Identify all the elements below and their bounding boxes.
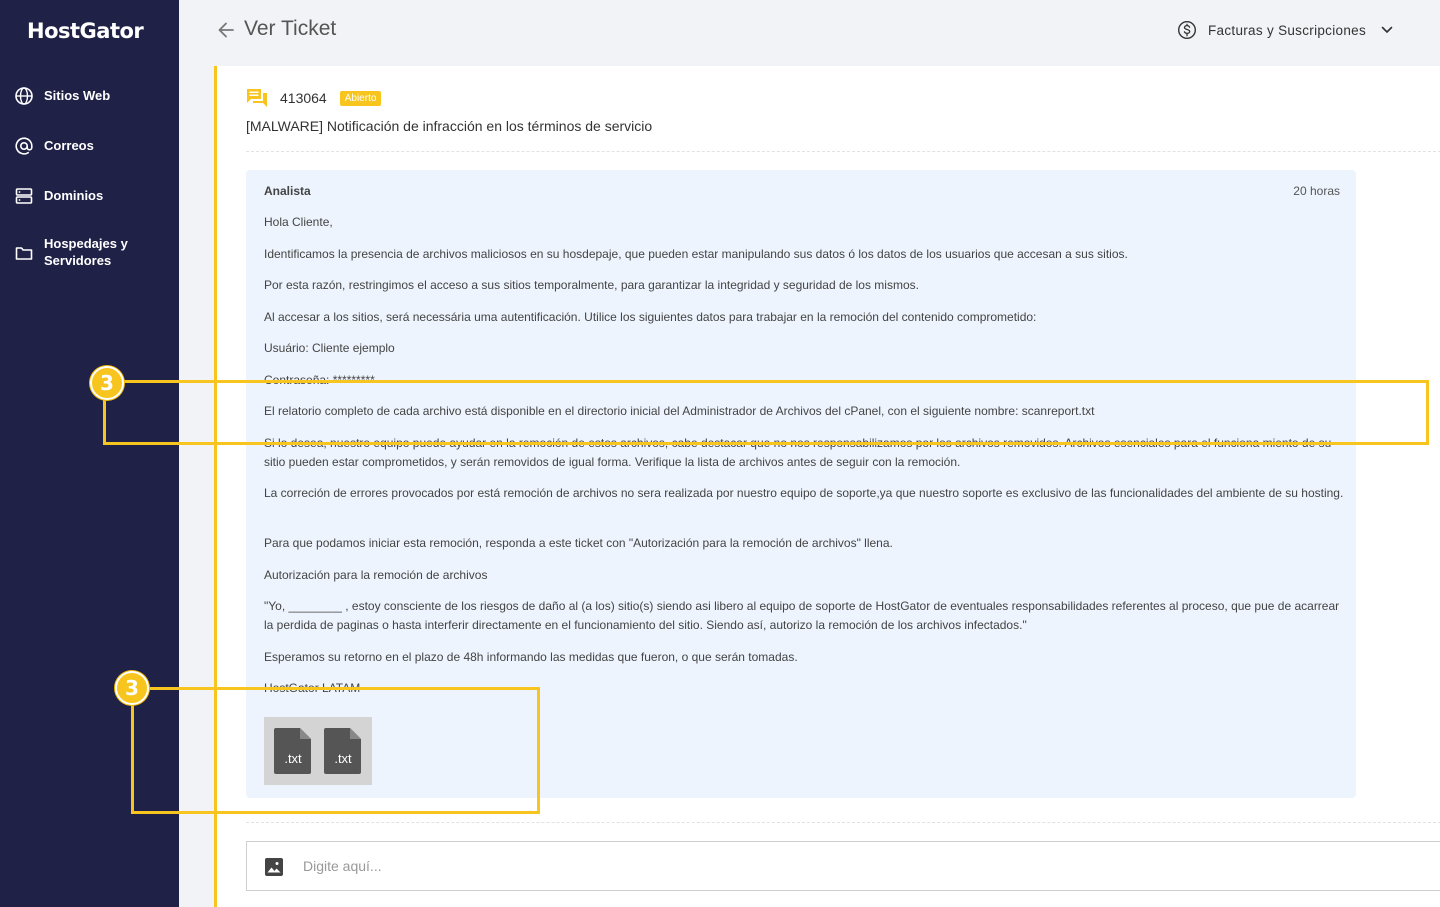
highlight-box [103,380,1429,445]
folder-icon [15,247,33,260]
message-paragraph: Para que podamos iniciar esta remoción, … [264,536,893,550]
at-icon [15,137,33,155]
message-author: Analista [264,184,311,198]
sidebar-item-dominios[interactable]: Dominios [0,186,179,206]
message-paragraph: Por esta razón, restringimos el acceso a… [264,278,919,292]
message-paragraph: Al accesar a los sitios, será necessária… [264,310,1037,324]
message-paragraph: "Yo, ________ , estoy consciente de los … [264,599,1340,632]
message-paragraph: Autorización para la remoción de archivo… [264,568,488,582]
billing-label: Facturas y Suscripciones [1208,22,1367,38]
message-paragraph: La correción de errores provocados por e… [264,486,1344,500]
billing-menu[interactable]: Facturas y Suscripciones [1177,18,1394,42]
logo[interactable]: HostGator [27,19,144,43]
chat-icon [247,89,267,107]
globe-icon [15,87,33,105]
step-marker: 3 [115,671,149,705]
highlight-box [131,687,540,814]
sidebar-item-label: Correos [44,138,94,153]
reply-input[interactable] [303,852,1403,880]
image-icon[interactable] [264,857,284,877]
reply-box [246,841,1440,891]
sidebar-item-label: Sitios Web [44,88,111,103]
message-paragraph: Usuário: Cliente ejemplo [264,341,395,355]
ticket-subject: [MALWARE] Notificación de infracción en … [246,118,653,134]
step-marker: 3 [90,366,124,400]
message-paragraph: Identificamos la presencia de archivos m… [264,247,1128,261]
header: Ver Ticket Facturas y Suscripciones [179,0,1440,62]
message-paragraph: Esperamos su retorno en el plazo de 48h … [264,650,798,664]
dollar-icon [1177,20,1197,40]
page-title: Ver Ticket [244,17,337,40]
message-time: 20 horas [1293,184,1340,198]
divider [246,151,1440,152]
chevron-down-icon [1381,26,1393,33]
sidebar-item-correos[interactable]: Correos [0,136,179,156]
sidebar-item-hospedajes[interactable]: Hospedajes y Servidores [0,235,179,271]
sidebar-item-label: Dominios [44,188,104,203]
sidebar-item-sitios-web[interactable]: Sitios Web [0,86,179,106]
server-icon [15,188,33,204]
message-paragraph: Hola Cliente, [264,215,333,229]
sidebar-item-label: Hospedajes y Servidores [44,236,128,268]
ticket-header: 413064 Abierto [246,88,382,108]
ticket-id: 413064 [280,90,327,106]
divider [246,822,1440,823]
back-arrow-icon[interactable] [217,20,235,40]
status-badge: Abierto [339,90,382,106]
